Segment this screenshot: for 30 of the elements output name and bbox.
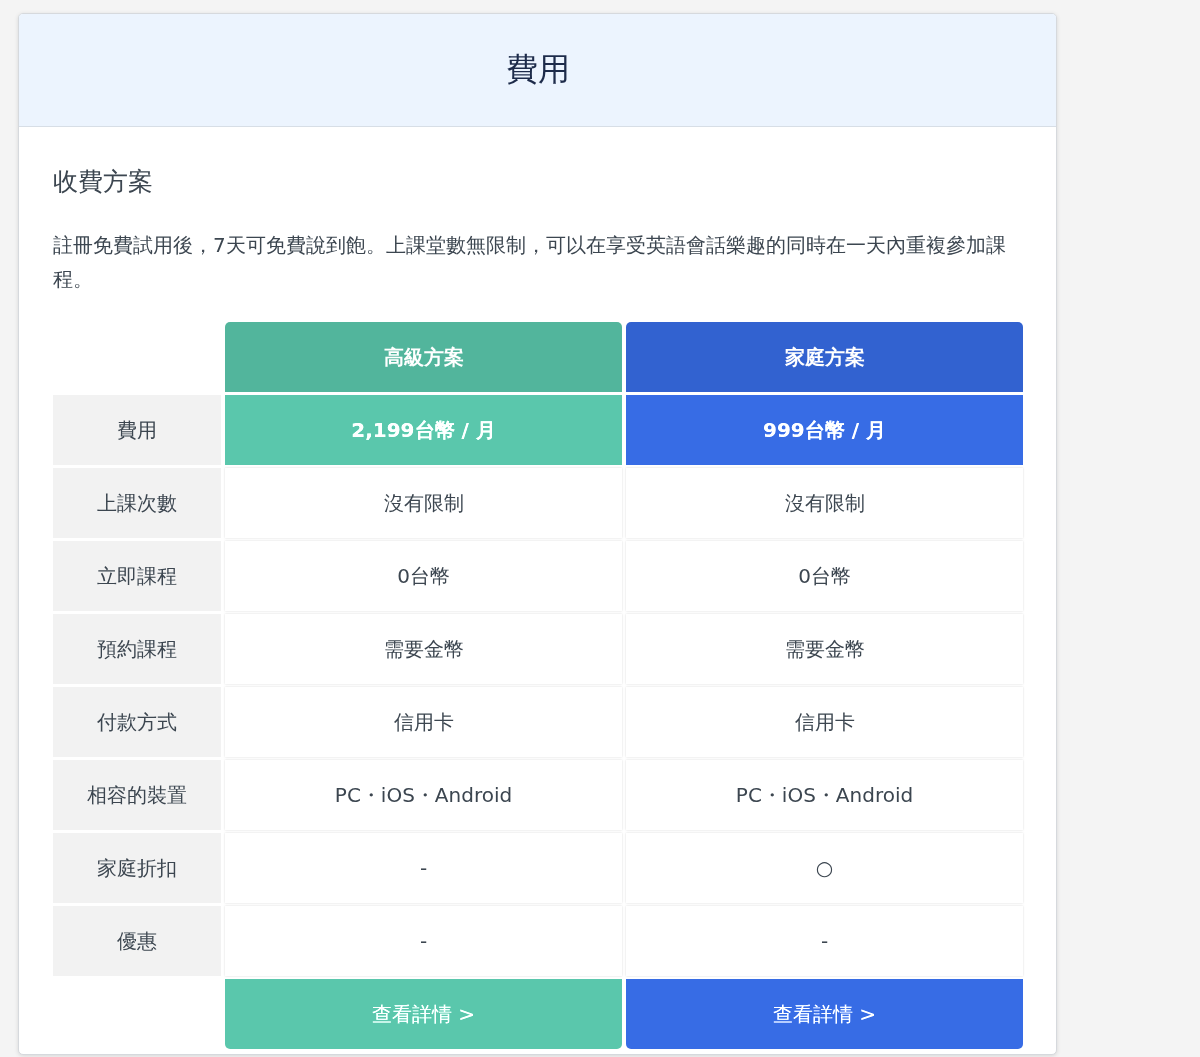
row-label: 上課次數 [53,468,221,538]
table-cell: 沒有限制 [225,468,622,538]
plan-header: 家庭方案 [626,322,1023,392]
row-label: 預約課程 [53,614,221,684]
table-cell: 需要金幣 [225,614,622,684]
table-cell: 信用卡 [626,687,1023,757]
table-cell: 0台幣 [225,541,622,611]
price-cell: 2,199台幣 / 月 [225,395,622,465]
table-cell: ○ [626,833,1023,903]
description: 註冊免費試用後，7天可免費說到飽。上課堂數無限制，可以在享受英語會話樂趣的同時在一天內重複參加課程。 [53,232,1007,293]
table-cell: 需要金幣 [626,614,1023,684]
row-label: 費用 [53,395,221,465]
row-label: 家庭折扣 [53,833,221,903]
table-cell: - [225,833,622,903]
table-cell: PC・iOS・Android [626,760,1023,830]
details-button[interactable]: 查看詳情 > [626,979,1023,1049]
table-cell: 信用卡 [225,687,622,757]
row-label: 付款方式 [53,687,221,757]
row-label: 優惠 [53,906,221,976]
row-label: 相容的裝置 [53,760,221,830]
table-cell: PC・iOS・Android [225,760,622,830]
row-label: 立即課程 [53,541,221,611]
page-title: 費用 [505,49,570,90]
table-cell: 0台幣 [626,541,1023,611]
table-cell: 沒有限制 [626,468,1023,538]
table-cell: - [225,906,622,976]
table-cell: - [626,906,1023,976]
price-cell: 999台幣 / 月 [626,395,1023,465]
plan-header: 高級方案 [225,322,622,392]
section-heading: 收費方案 [53,166,154,198]
